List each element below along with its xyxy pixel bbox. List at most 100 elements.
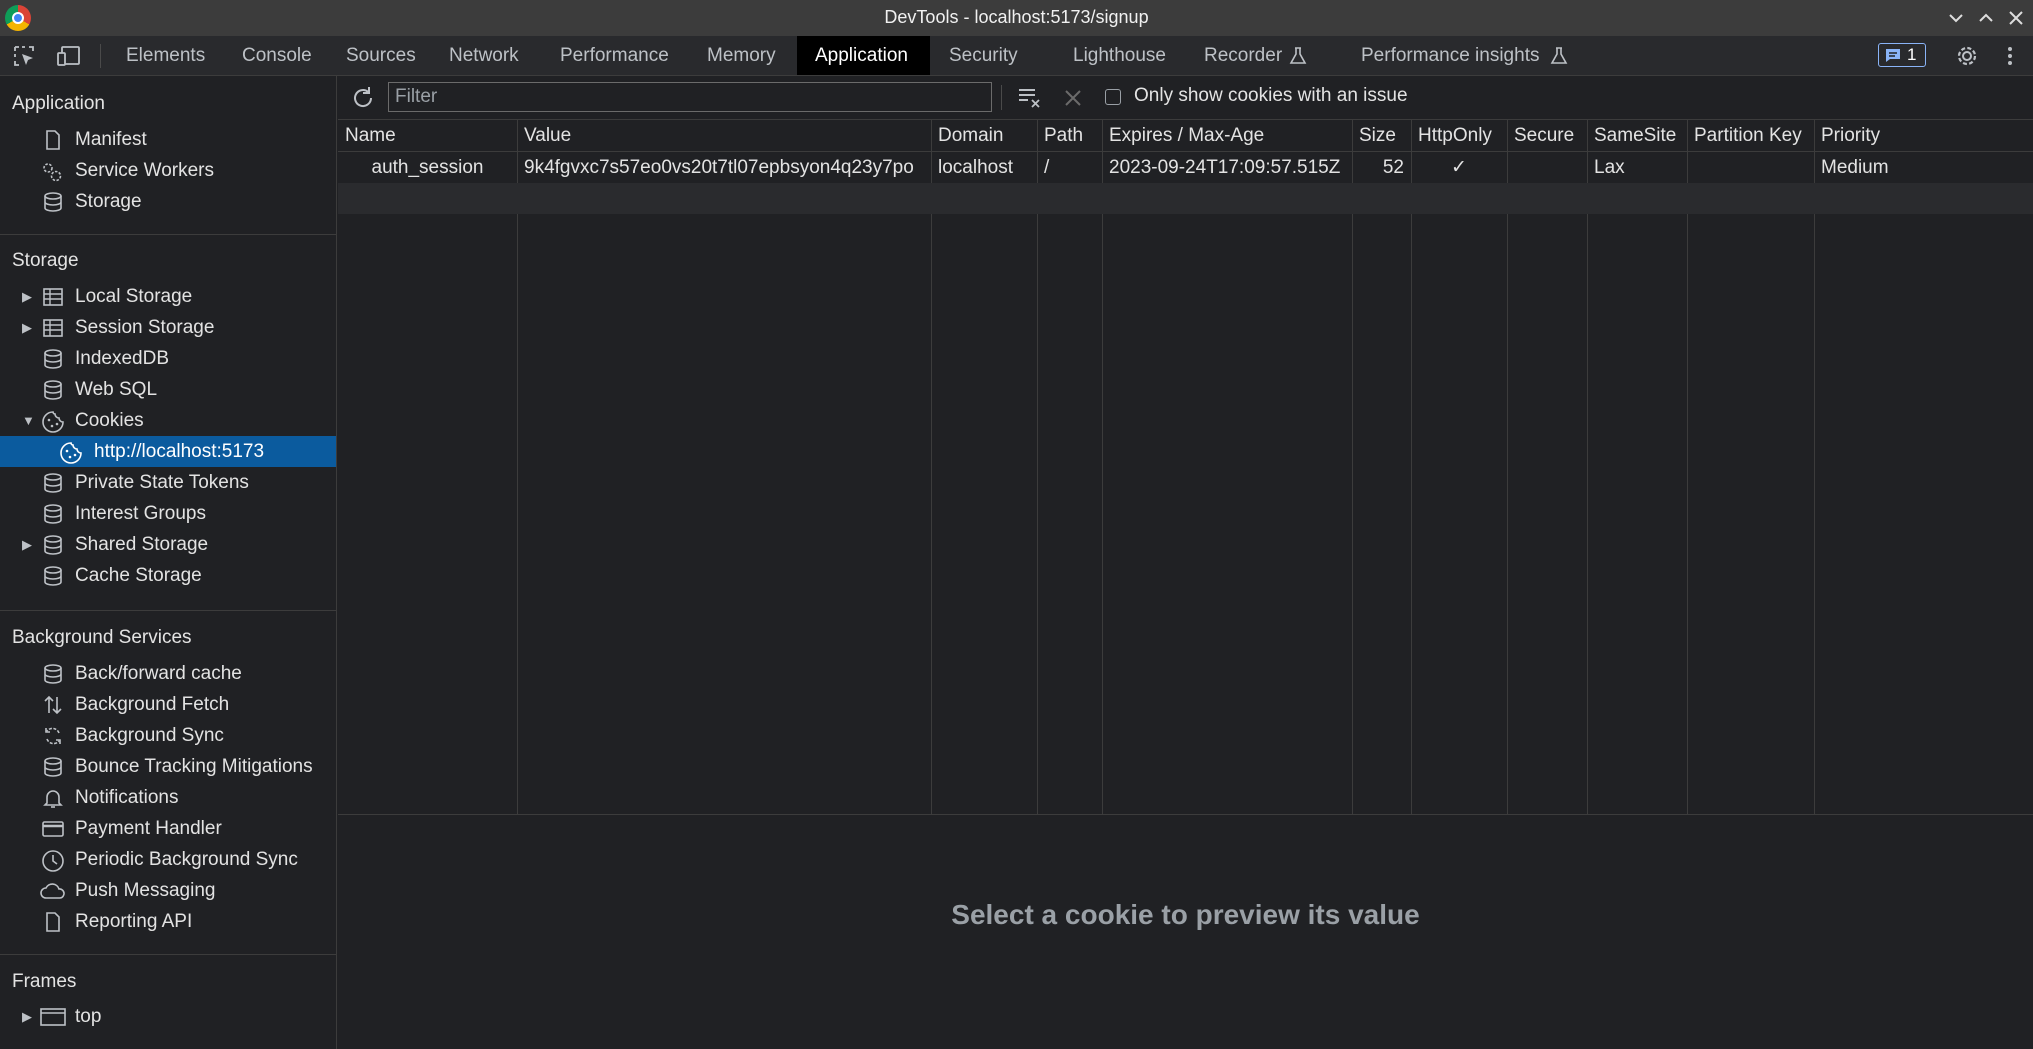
sidebar-item-label: top [75, 1006, 102, 1027]
more-options-icon[interactable] [1998, 44, 2022, 68]
device-toolbar-icon[interactable] [56, 44, 80, 68]
sidebar-item-cache-storage[interactable]: Cache Storage [0, 560, 336, 591]
up-down-arrows-icon [42, 694, 64, 716]
tab-elements[interactable]: Elements [108, 36, 223, 75]
close-window-icon[interactable] [2002, 4, 2030, 32]
column-header-size[interactable]: Size [1352, 120, 1411, 152]
refresh-icon[interactable] [350, 85, 376, 111]
experiment-flask-icon [1288, 46, 1308, 66]
sidebar-item-label: Periodic Background Sync [75, 849, 298, 870]
sidebar-item-reporting-api[interactable]: Reporting API [0, 906, 336, 937]
tab-performance[interactable]: Performance [542, 36, 687, 75]
sidebar-divider [0, 234, 337, 235]
empty-table-row[interactable] [338, 183, 2033, 214]
sidebar-item-label: Session Storage [75, 317, 215, 338]
section-title-storage: Storage [12, 250, 79, 271]
inspect-element-icon[interactable] [12, 44, 36, 68]
sidebar-item-cookies[interactable]: ▼ Cookies [0, 405, 336, 436]
sidebar-item-private-state-tokens[interactable]: Private State Tokens [0, 467, 336, 498]
column-divider [1814, 120, 1815, 814]
column-header-secure[interactable]: Secure [1507, 120, 1587, 152]
sidebar-item-interest-groups[interactable]: Interest Groups [0, 498, 336, 529]
preview-placeholder-message: Select a cookie to preview its value [951, 899, 1420, 930]
tab-console[interactable]: Console [224, 36, 330, 75]
sidebar-item-local-storage[interactable]: ▶ Local Storage [0, 281, 336, 312]
column-header-httponly[interactable]: HttpOnly [1411, 120, 1507, 152]
expand-arrow-icon[interactable]: ▶ [22, 529, 32, 560]
sidebar-item-background-fetch[interactable]: Background Fetch [0, 689, 336, 720]
bell-icon [42, 787, 64, 809]
collapse-arrow-icon[interactable]: ▼ [22, 405, 35, 436]
column-header-name[interactable]: Name [338, 120, 517, 152]
expand-arrow-icon[interactable]: ▶ [22, 281, 32, 312]
table-row[interactable]: auth_session 9k4fgvxc7s57eo0vs20t7tl07ep… [338, 152, 2033, 183]
sidebar-item-label: Reporting API [75, 911, 193, 932]
tab-security[interactable]: Security [931, 36, 1036, 75]
sidebar-item-manifest[interactable]: Manifest [0, 124, 336, 155]
sidebar-item-back-forward-cache[interactable]: Back/forward cache [0, 658, 336, 689]
sidebar-item-notifications[interactable]: Notifications [0, 782, 336, 813]
column-header-expires[interactable]: Expires / Max-Age [1102, 120, 1352, 152]
column-header-priority[interactable]: Priority [1814, 120, 2033, 152]
sidebar-item-label: Push Messaging [75, 880, 216, 901]
sidebar-item-storage-overview[interactable]: Storage [0, 186, 336, 217]
filter-input[interactable] [388, 82, 992, 112]
column-header-domain[interactable]: Domain [931, 120, 1037, 152]
sidebar-item-session-storage[interactable]: ▶ Session Storage [0, 312, 336, 343]
tab-performance-insights[interactable]: Performance insights [1343, 36, 1539, 75]
sidebar-item-bounce-tracking[interactable]: Bounce Tracking Mitigations [0, 751, 336, 782]
column-divider [1411, 120, 1412, 814]
sidebar-item-label: Back/forward cache [75, 663, 242, 684]
cell-path: / [1044, 157, 1050, 178]
database-icon [42, 191, 64, 213]
delete-selected-icon[interactable] [1062, 87, 1084, 109]
column-divider [931, 120, 932, 814]
sidebar-item-service-workers[interactable]: Service Workers [0, 155, 336, 186]
maximize-icon[interactable] [1972, 4, 2000, 32]
database-icon [42, 663, 64, 685]
frame-window-icon [40, 1006, 66, 1028]
sidebar-item-web-sql[interactable]: Web SQL [0, 374, 336, 405]
column-header-partition-key[interactable]: Partition Key [1687, 120, 1814, 152]
expand-arrow-icon[interactable]: ▶ [22, 1001, 32, 1032]
issues-badge[interactable]: 1 [1878, 43, 1926, 67]
message-icon [1886, 49, 1900, 62]
sidebar-item-indexeddb[interactable]: IndexedDB [0, 343, 336, 374]
column-header-samesite[interactable]: SameSite [1587, 120, 1687, 152]
cookies-table: Name Value Domain Path Expires / Max-Age… [338, 120, 2033, 815]
sidebar-item-label: IndexedDB [75, 348, 170, 369]
sidebar-item-periodic-background-sync[interactable]: Periodic Background Sync [0, 844, 336, 875]
window-titlebar: DevTools - localhost:5173/signup [0, 0, 2033, 36]
cell-expires: 2023-09-24T17:09:57.515Z [1109, 157, 1341, 178]
table-icon [42, 317, 64, 339]
sidebar-item-shared-storage[interactable]: ▶ Shared Storage [0, 529, 336, 560]
tab-application[interactable]: Application [797, 36, 930, 75]
cookie-preview-pane: Select a cookie to preview its value [338, 815, 2033, 1049]
clock-icon [41, 849, 64, 872]
only-issues-checkbox[interactable] [1105, 89, 1121, 105]
settings-gear-icon[interactable] [1954, 43, 1980, 69]
expand-arrow-icon[interactable]: ▶ [22, 312, 32, 343]
tab-lighthouse[interactable]: Lighthouse [1055, 36, 1184, 75]
tab-recorder[interactable]: Recorder [1186, 36, 1282, 75]
experiment-flask-icon-2 [1549, 46, 1569, 66]
sidebar-item-frame-top[interactable]: ▶ top [0, 1001, 336, 1032]
table-header: Name Value Domain Path Expires / Max-Age… [338, 120, 2033, 152]
column-header-path[interactable]: Path [1037, 120, 1102, 152]
tab-network[interactable]: Network [431, 36, 537, 75]
sidebar-item-payment-handler[interactable]: Payment Handler [0, 813, 336, 844]
window-title: DevTools - localhost:5173/signup [884, 7, 1149, 27]
sidebar-item-push-messaging[interactable]: Push Messaging [0, 875, 336, 906]
sidebar-divider [0, 610, 337, 611]
devtools-tabbar: Elements Console Sources Network Perform… [0, 36, 2033, 76]
tab-memory[interactable]: Memory [689, 36, 794, 75]
gears-icon [40, 160, 62, 182]
sidebar-item-cookie-origin[interactable]: http://localhost:5173 [0, 436, 336, 467]
column-divider [1507, 120, 1508, 814]
sidebar-item-label: Background Fetch [75, 694, 230, 715]
column-header-value[interactable]: Value [517, 120, 931, 152]
tab-sources[interactable]: Sources [328, 36, 434, 75]
minimize-icon[interactable] [1942, 4, 1970, 32]
sidebar-item-background-sync[interactable]: Background Sync [0, 720, 336, 751]
clear-all-cookies-icon[interactable] [1017, 85, 1043, 111]
